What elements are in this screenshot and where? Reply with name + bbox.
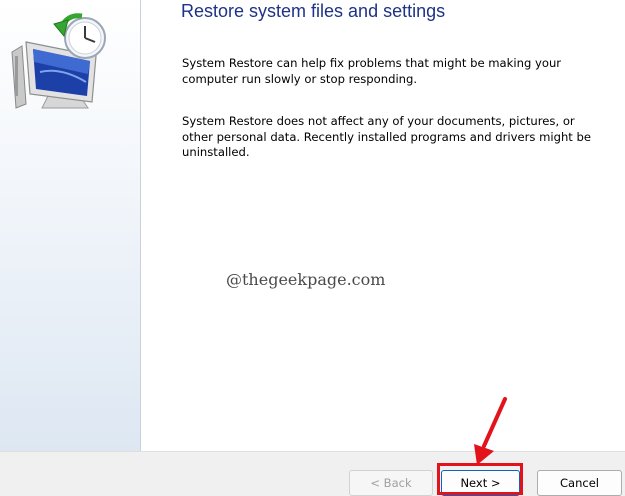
back-button[interactable]: < Back xyxy=(349,470,433,496)
red-arrow-icon xyxy=(474,397,507,465)
page-title: Restore system files and settings xyxy=(181,1,446,21)
next-button-highlight xyxy=(437,463,523,495)
cancel-button[interactable]: Cancel xyxy=(537,470,622,496)
system-restore-wizard: Restore system files and settings System… xyxy=(0,0,625,496)
watermark-text: @thegeekpage.com xyxy=(226,270,386,289)
side-panel xyxy=(0,0,141,451)
info-paragraph: System Restore does not affect any of yo… xyxy=(182,114,592,159)
content-area: Restore system files and settings System… xyxy=(141,0,625,451)
description-paragraph: System Restore can help fix problems tha… xyxy=(182,56,562,86)
system-restore-icon xyxy=(11,13,106,109)
button-bar: < Back Next > Cancel xyxy=(0,451,625,496)
